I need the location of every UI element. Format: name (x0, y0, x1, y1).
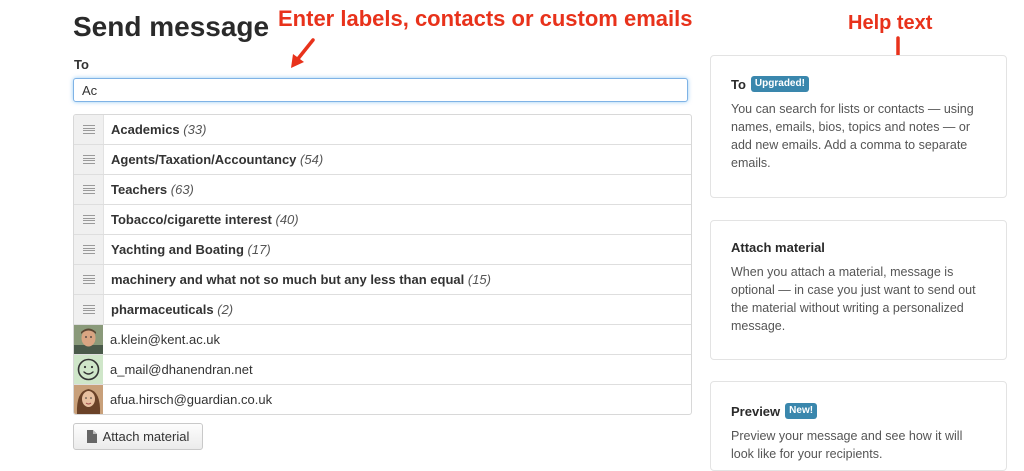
photo-avatar (74, 325, 103, 354)
help-panel-attach-material: Attach material When you attach a materi… (710, 220, 1007, 360)
label-count: (40) (275, 212, 299, 227)
attach-material-button[interactable]: Attach material (73, 423, 203, 450)
suggestion-label-item[interactable]: pharmaceuticals (2) (74, 295, 691, 325)
suggestion-label-item[interactable]: Teachers (63) (74, 175, 691, 205)
help-panel-title: Preview (731, 403, 781, 419)
upgraded-badge: Upgraded! (750, 76, 809, 92)
annotation-labels-hint: Enter labels, contacts or custom emails (278, 6, 693, 31)
help-panel-text: When you attach a material, message is o… (731, 265, 976, 333)
label-name: machinery and what not so much but any l… (111, 272, 465, 287)
list-icon (74, 265, 104, 294)
annotation-arrow-left (291, 38, 315, 68)
list-icon (74, 205, 104, 234)
annotation-help-text: Help text (848, 12, 933, 34)
contact-email: afua.hirsch@guardian.co.uk (110, 392, 273, 407)
label-name: Tobacco/cigarette interest (111, 212, 272, 227)
list-icon (74, 175, 104, 204)
document-icon (86, 430, 97, 443)
list-icon (74, 235, 104, 264)
help-panel-preview: Preview New! Preview your message and see… (710, 381, 1007, 471)
attach-material-label: Attach material (102, 429, 190, 444)
help-panel-text: Preview your message and see how it will… (731, 429, 963, 461)
label-name: Agents/Taxation/Accountancy (111, 152, 297, 167)
label-count: (15) (467, 272, 491, 287)
label-count: (63) (170, 182, 194, 197)
label-count: (54) (300, 152, 324, 167)
list-icon (74, 145, 104, 174)
new-badge: New! (785, 403, 818, 419)
suggestion-label-item[interactable]: Academics (33) (74, 115, 691, 145)
list-icon (74, 295, 104, 324)
label-name: Teachers (111, 182, 168, 197)
help-panel-to: To Upgraded! You can search for lists or … (710, 55, 1007, 198)
smiley-avatar (74, 355, 103, 384)
label-name: pharmaceuticals (111, 302, 214, 317)
help-panel-text: You can search for lists or contacts — u… (731, 102, 974, 170)
label-count: (2) (217, 302, 234, 317)
photo-avatar (74, 385, 103, 414)
label-name: Academics (111, 122, 180, 137)
suggestion-contact-item[interactable]: a_mail@dhanendran.net (74, 355, 691, 385)
suggestion-label-item[interactable]: Yachting and Boating (17) (74, 235, 691, 265)
list-icon (74, 115, 104, 144)
suggestion-label-item[interactable]: machinery and what not so much but any l… (74, 265, 691, 295)
label-name: Yachting and Boating (111, 242, 244, 257)
suggestion-contact-item[interactable]: a.klein@kent.ac.uk (74, 325, 691, 355)
suggestion-label-item[interactable]: Agents/Taxation/Accountancy (54) (74, 145, 691, 175)
contact-email: a_mail@dhanendran.net (110, 362, 253, 377)
help-panel-title: Attach material (731, 240, 825, 255)
suggestion-label-item[interactable]: Tobacco/cigarette interest (40) (74, 205, 691, 235)
page-title: Send message (73, 11, 270, 42)
suggestion-dropdown: Academics (33) Agents/Taxation/Accountan… (73, 114, 692, 415)
help-panel-title: To (731, 76, 746, 92)
to-input[interactable] (73, 78, 688, 102)
label-count: (17) (247, 242, 271, 257)
to-label: To (74, 57, 89, 72)
suggestion-contact-item[interactable]: afua.hirsch@guardian.co.uk (74, 385, 691, 414)
contact-email: a.klein@kent.ac.uk (110, 332, 221, 347)
label-count: (33) (183, 122, 207, 137)
